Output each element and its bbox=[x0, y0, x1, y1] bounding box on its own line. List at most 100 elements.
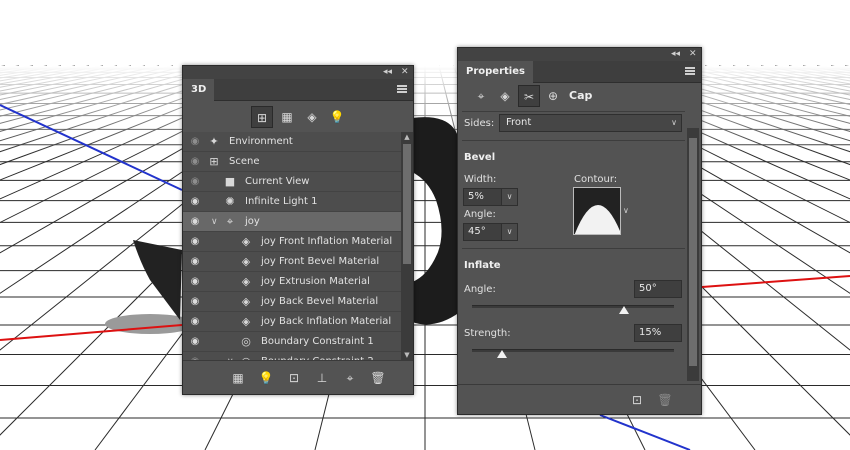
layer-row[interactable]: ◉ ■ Current View bbox=[183, 172, 401, 192]
layer-row[interactable]: ◉ ◈ joy Back Inflation Material bbox=[183, 312, 401, 332]
scroll-up-icon[interactable]: ▲ bbox=[401, 132, 413, 142]
meshes-icon[interactable]: ▦ bbox=[276, 106, 298, 128]
inflate-angle-slider[interactable] bbox=[472, 305, 674, 308]
panel-topbar: ◂◂ ✕ bbox=[183, 66, 413, 79]
strength-label: Strength: bbox=[464, 328, 511, 339]
visibility-eye-icon[interactable]: ◉ bbox=[188, 316, 202, 327]
materials-icon[interactable]: ◈ bbox=[301, 106, 323, 128]
bevel-heading: Bevel bbox=[464, 152, 496, 163]
lights-icon[interactable]: 💡 bbox=[326, 106, 348, 128]
properties-panel: ◂◂ ✕ Properties ⌖ ◈ ✂ ⊕ Cap Sides: Front ∨ … bbox=[457, 47, 702, 415]
strength-field[interactable]: 15% bbox=[634, 324, 682, 342]
collapse-icon[interactable]: ◂◂ bbox=[671, 48, 680, 61]
inflate-angle-field[interactable]: 50° bbox=[634, 280, 682, 298]
chevron-down-icon[interactable]: ∨ bbox=[501, 189, 517, 205]
visibility-eye-icon[interactable]: ◉ bbox=[188, 336, 202, 347]
layer-label: joy Front Inflation Material bbox=[261, 236, 393, 247]
inflate-angle-value: 50° bbox=[639, 283, 657, 294]
visibility-eye-icon[interactable]: ◉ bbox=[188, 136, 202, 147]
close-icon[interactable]: ✕ bbox=[401, 66, 409, 79]
width-label: Width: bbox=[464, 174, 497, 185]
camera-icon: ■ bbox=[224, 175, 236, 188]
panel-menu-icon[interactable] bbox=[397, 85, 407, 93]
visibility-eye-icon[interactable]: ◉ bbox=[188, 196, 202, 207]
layer-label: Boundary Constraint 2 bbox=[261, 352, 374, 360]
cap-section-label: Cap bbox=[569, 89, 593, 102]
mesh-tab-icon[interactable]: ⌖ bbox=[470, 85, 492, 107]
environment-icon: ✦ bbox=[209, 135, 219, 148]
panel-tabbar: Properties bbox=[458, 61, 701, 83]
scroll-down-icon[interactable]: ▼ bbox=[401, 350, 413, 360]
layer-label: joy Extrusion Material bbox=[261, 276, 370, 287]
layer-label: Scene bbox=[229, 156, 260, 167]
layer-label: Current View bbox=[245, 176, 310, 187]
layer-row[interactable]: ◉∨◎Boundary Constraint 2 bbox=[183, 352, 401, 360]
new-mesh-icon[interactable]: ▦ bbox=[229, 370, 247, 386]
visibility-eye-icon[interactable]: ◉ bbox=[188, 236, 202, 247]
mesh-icon: ⌖ bbox=[226, 215, 234, 228]
material-icon: ◈ bbox=[241, 315, 251, 328]
width-field[interactable]: 5% ∨ bbox=[463, 188, 518, 206]
light-icon: ✺ bbox=[225, 195, 235, 208]
visibility-eye-icon[interactable]: ◉ bbox=[188, 276, 202, 287]
inflate-heading: Inflate bbox=[464, 260, 501, 271]
visibility-eye-icon[interactable]: ◉ bbox=[188, 216, 202, 227]
angle-field[interactable]: 45° ∨ bbox=[463, 223, 518, 241]
panel-menu-icon[interactable] bbox=[685, 67, 695, 75]
trash-icon[interactable]: 🗑 bbox=[369, 370, 387, 386]
strength-slider-thumb[interactable] bbox=[497, 350, 508, 358]
layer-label: joy Back Inflation Material bbox=[261, 316, 392, 327]
visibility-eye-icon[interactable]: ◉ bbox=[188, 176, 202, 187]
sides-dropdown[interactable]: Front ∨ bbox=[499, 114, 682, 132]
scene-icon: ⊞ bbox=[209, 155, 219, 168]
scroll-thumb[interactable] bbox=[403, 144, 411, 264]
visibility-eye-icon[interactable]: ◉ bbox=[188, 256, 202, 267]
layer-row[interactable]: ◉ ◈ joy Front Bevel Material bbox=[183, 252, 401, 272]
render-icon[interactable]: ⌖ bbox=[341, 370, 359, 386]
layer-row[interactable]: ◉ ◈ joy Front Inflation Material bbox=[183, 232, 401, 252]
layer-scrollbar[interactable]: ▲ ▼ bbox=[401, 132, 413, 360]
drop-to-ground-icon[interactable]: ⊥ bbox=[313, 370, 331, 386]
chevron-down-icon: ∨ bbox=[671, 118, 677, 127]
add-constraint-icon[interactable]: ⊡ bbox=[285, 370, 303, 386]
deform-tab-icon[interactable]: ◈ bbox=[494, 85, 516, 107]
tab-3d[interactable]: 3D bbox=[183, 79, 215, 101]
filter-toolbar: ⊞ ▦ ◈ 💡 bbox=[183, 104, 413, 130]
trash-icon[interactable]: 🗑 bbox=[656, 392, 674, 408]
collapse-icon[interactable]: ◂◂ bbox=[383, 66, 392, 79]
layer-row[interactable]: ◉ ⊞ Scene bbox=[183, 152, 401, 172]
divider bbox=[462, 140, 685, 141]
render-icon[interactable]: ⊡ bbox=[628, 392, 646, 408]
layer-row[interactable]: ◉ ✦ Environment bbox=[183, 132, 401, 152]
layer-label: joy Front Bevel Material bbox=[261, 256, 380, 267]
inflate-angle-slider-thumb[interactable] bbox=[618, 306, 629, 314]
panel-topbar: ◂◂ ✕ bbox=[458, 48, 701, 61]
3d-panel: ◂◂ ✕ 3D ⊞ ▦ ◈ 💡 ◉ ✦ Environment ◉ ⊞ Scene ◉ ■ Curre… bbox=[182, 65, 414, 395]
coordinates-tab-icon[interactable]: ⊕ bbox=[542, 85, 564, 107]
cap-tab-icon[interactable]: ✂ bbox=[518, 85, 540, 107]
visibility-eye-icon[interactable]: ◉ bbox=[188, 296, 202, 307]
sides-value: Front bbox=[506, 117, 532, 128]
width-value: 5% bbox=[468, 191, 484, 202]
3d-viewport[interactable] bbox=[0, 0, 850, 450]
properties-bottom-bar: ⊡ 🗑 bbox=[458, 384, 701, 414]
contour-dropdown-icon[interactable]: ∨ bbox=[623, 206, 629, 215]
tab-properties[interactable]: Properties bbox=[458, 61, 533, 83]
scroll-thumb[interactable] bbox=[689, 138, 697, 366]
layer-row[interactable]: ◉ ✺ Infinite Light 1 bbox=[183, 192, 401, 212]
divider bbox=[462, 111, 685, 112]
layer-row[interactable]: ◉ ∨ ⌖ joy bbox=[183, 212, 401, 232]
panel-bottom-toolbar: ▦ 💡 ⊡ ⊥ ⌖ 🗑 bbox=[183, 360, 413, 394]
close-icon[interactable]: ✕ bbox=[689, 48, 697, 61]
contour-preview[interactable] bbox=[573, 187, 621, 235]
visibility-eye-icon[interactable]: ◉ bbox=[188, 156, 202, 167]
expand-caret-icon[interactable]: ∨ bbox=[211, 214, 221, 230]
new-light-icon[interactable]: 💡 bbox=[257, 370, 275, 386]
layer-row[interactable]: ◉ ◈ joy Back Bevel Material bbox=[183, 292, 401, 312]
whole-scene-icon[interactable]: ⊞ bbox=[251, 106, 273, 128]
chevron-down-icon[interactable]: ∨ bbox=[501, 224, 517, 240]
material-icon: ◈ bbox=[241, 275, 251, 288]
properties-scrollbar[interactable] bbox=[687, 128, 699, 381]
layer-row[interactable]: ◉ ◈ joy Extrusion Material bbox=[183, 272, 401, 292]
layer-row[interactable]: ◉ ◎ Boundary Constraint 1 bbox=[183, 332, 401, 352]
